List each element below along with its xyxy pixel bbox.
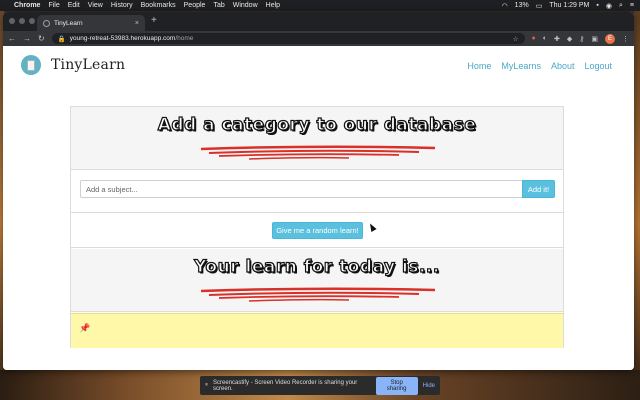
extension-icon[interactable]: ◐ (543, 35, 547, 42)
add-subject-form: Add it! (71, 171, 563, 213)
close-window-button[interactable] (9, 18, 15, 24)
battery-icon[interactable]: ▭ (536, 2, 543, 10)
browser-tab[interactable]: TinyLearn × (37, 15, 145, 31)
add-it-button[interactable]: Add it! (522, 180, 555, 198)
red-underline-scribble (200, 145, 436, 160)
shield-icon[interactable]: ◆ (567, 35, 572, 43)
bookmark-star-icon[interactable]: ☆ (513, 35, 519, 43)
browser-window: TinyLearn × + ← → ↻ 🔒 young-retreat-5398… (3, 12, 634, 370)
nav-about[interactable]: About (551, 61, 575, 71)
globe-icon (43, 19, 50, 27)
window-controls (9, 18, 35, 24)
cast-icon[interactable]: ▣ (591, 35, 598, 43)
random-learn-row: Give me a random learn! (71, 214, 563, 248)
brand-name[interactable]: TinyLearn (51, 57, 125, 73)
search-icon[interactable]: ⌕ (619, 2, 623, 10)
new-tab-button[interactable]: + (151, 15, 157, 26)
lock-icon: 🔒 (57, 35, 66, 43)
menu-view[interactable]: View (88, 2, 103, 9)
puzzle-icon[interactable]: ✚ (554, 35, 560, 43)
wifi-icon[interactable]: ◠ (502, 2, 508, 10)
menubar-app-name[interactable]: Chrome (14, 2, 40, 9)
subject-input[interactable] (80, 180, 523, 198)
tab-close-icon[interactable]: × (135, 20, 139, 27)
learn-header: Your learn for today is... (71, 249, 563, 312)
screencastify-extension-icon[interactable]: ● (532, 35, 536, 42)
menu-tab[interactable]: Tab (213, 2, 224, 9)
back-icon[interactable]: ← (8, 34, 16, 43)
menu-bookmarks[interactable]: Bookmarks (141, 2, 176, 9)
more-menu-icon[interactable]: ⋮ (622, 35, 629, 43)
main-panel: Add a category to our database Add it! G… (70, 106, 564, 348)
tab-title: TinyLearn (54, 19, 83, 27)
screen-recorder-bar: ⏸ Screencastify - Screen Video Recorder … (200, 376, 440, 395)
menu-window[interactable]: Window (233, 2, 258, 9)
learn-title: Your learn for today is... (194, 256, 440, 277)
menu-help[interactable]: Help (266, 2, 280, 9)
flag-icon[interactable]: ▪ (596, 2, 598, 9)
menubar-status: ◠ 13% ▭ Thu 1:29 PM ▪ ◉ ⌕ ≡ (502, 2, 634, 10)
tab-bar: TinyLearn × + (3, 12, 634, 31)
add-category-title: Add a category to our database (157, 114, 477, 135)
url-host: young-retreat-53983.herokuapp.com (69, 35, 176, 42)
menu-file[interactable]: File (48, 2, 59, 9)
random-learn-button[interactable]: Give me a random learn! (272, 222, 363, 239)
nav-mylearns[interactable]: MyLearns (501, 61, 541, 71)
pause-icon[interactable]: ⏸ (205, 382, 208, 389)
learn-note: 📌 (71, 313, 563, 348)
menu-history[interactable]: History (111, 2, 133, 9)
minimize-window-button[interactable] (19, 18, 25, 24)
desktop-wallpaper-right (634, 11, 640, 400)
mac-menubar: Chrome File Edit View History Bookmarks … (0, 0, 640, 11)
key-icon[interactable]: ⚷ (579, 35, 584, 43)
nav-logout[interactable]: Logout (584, 61, 612, 71)
clock[interactable]: Thu 1:29 PM (549, 2, 589, 9)
recorder-message: Screencastify - Screen Video Recorder is… (213, 379, 358, 392)
zoom-window-button[interactable] (29, 18, 35, 24)
stop-sharing-button[interactable]: Stop sharing (375, 376, 418, 395)
menu-edit[interactable]: Edit (68, 2, 80, 9)
address-bar[interactable]: 🔒 young-retreat-53983.herokuapp.com/home… (51, 33, 525, 44)
profile-avatar[interactable]: E (605, 33, 615, 44)
battery-percent: 13% (514, 2, 529, 9)
red-underline-scribble (200, 287, 436, 302)
extension-icons: ● ◐ ✚ ◆ ⚷ ▣ E ⋮ (532, 33, 629, 44)
add-category-header: Add a category to our database (71, 107, 563, 170)
url-path: /home (175, 35, 194, 42)
pushpin-icon: 📌 (79, 323, 91, 333)
reload-icon[interactable]: ↻ (38, 34, 45, 43)
page-content: TinyLearn Home MyLearns About Logout Add… (3, 46, 634, 370)
logo-icon[interactable] (21, 55, 41, 75)
nav-home[interactable]: Home (467, 61, 491, 71)
nav-links: Home MyLearns About Logout (467, 61, 612, 71)
hide-button[interactable]: Hide (423, 383, 435, 389)
menu-people[interactable]: People (184, 2, 206, 9)
siri-icon[interactable]: ◉ (606, 2, 612, 10)
control-center-icon[interactable]: ≡ (630, 2, 634, 9)
browser-toolbar: ← → ↻ 🔒 young-retreat-53983.herokuapp.co… (3, 31, 634, 46)
site-navbar: TinyLearn Home MyLearns About Logout (3, 46, 634, 80)
forward-icon[interactable]: → (23, 34, 31, 43)
